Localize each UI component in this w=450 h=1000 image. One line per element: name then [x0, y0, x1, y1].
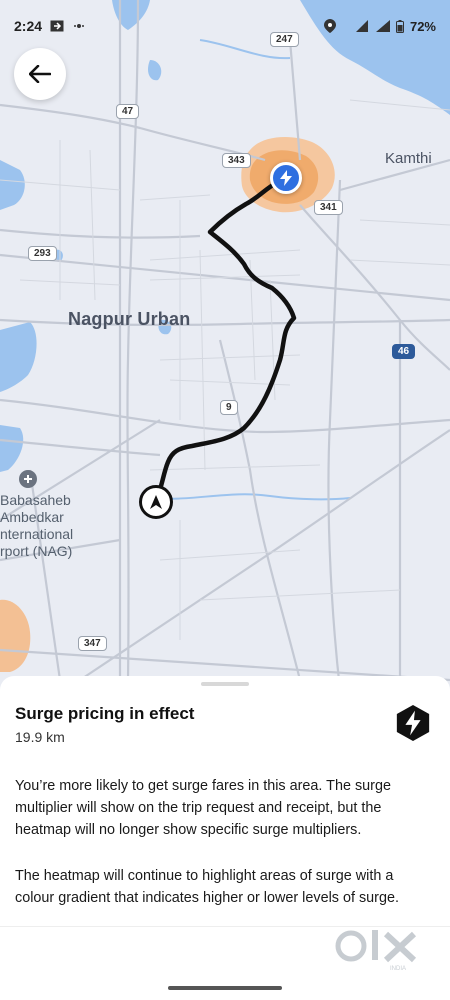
road-shield: 47	[116, 104, 140, 119]
road-shield: 9	[220, 400, 238, 415]
sheet-drag-handle[interactable]	[201, 682, 249, 686]
surge-description-2: The heatmap will continue to highlight a…	[15, 868, 399, 906]
surge-description-1: You’re more likely to get surge fares in…	[15, 778, 391, 838]
arrow-left-icon	[29, 65, 51, 83]
airport-label-line: Babasaheb	[0, 492, 71, 508]
status-right: 72%	[323, 18, 436, 34]
city-label: Nagpur Urban	[68, 309, 191, 329]
home-indicator[interactable]	[168, 986, 282, 990]
airport-label-line: nternational	[0, 526, 74, 542]
airport-label: Babasaheb Ambedkar nternational rport (N…	[0, 492, 73, 560]
screen-cast-icon	[50, 20, 64, 32]
airport-label-line: Ambedkar	[0, 509, 64, 525]
battery-icon	[395, 19, 404, 33]
back-button[interactable]	[14, 48, 66, 100]
signal-icon	[375, 20, 390, 32]
map-view[interactable]: Nagpur Urban Kamthi Babasaheb Ambedkar n…	[0, 0, 450, 690]
watermark-subtext: INDIA	[390, 966, 406, 972]
destination-pin[interactable]	[270, 162, 302, 194]
kamthi-label: Kamthi	[385, 150, 432, 167]
airport-label-line: rport (NAG)	[0, 543, 73, 559]
location-icon	[323, 19, 336, 33]
road-shield: 347	[78, 636, 107, 651]
map-canvas	[0, 0, 450, 690]
olx-watermark-logo: INDIA	[335, 930, 417, 972]
surge-info-sheet: Surge pricing in effect 19.9 km You’re m…	[0, 676, 450, 1000]
signal-status-icon	[74, 24, 85, 28]
navigation-arrow-icon	[150, 495, 162, 509]
bolt-icon	[280, 170, 292, 186]
sheet-title: Surge pricing in effect	[15, 704, 195, 723]
road-shield: 293	[28, 246, 57, 261]
current-location-marker[interactable]	[139, 485, 173, 519]
surge-bolt-icon	[396, 704, 430, 742]
trip-distance: 19.9 km	[15, 729, 65, 745]
road-shield: 46	[392, 344, 416, 359]
status-bar: 2:24 72%	[0, 0, 450, 52]
network-lte-icon	[355, 20, 368, 32]
status-time: 2:24	[14, 18, 43, 34]
battery-percent: 72%	[409, 18, 436, 34]
road-shield: 343	[222, 153, 251, 168]
road-shield: 341	[314, 200, 343, 215]
